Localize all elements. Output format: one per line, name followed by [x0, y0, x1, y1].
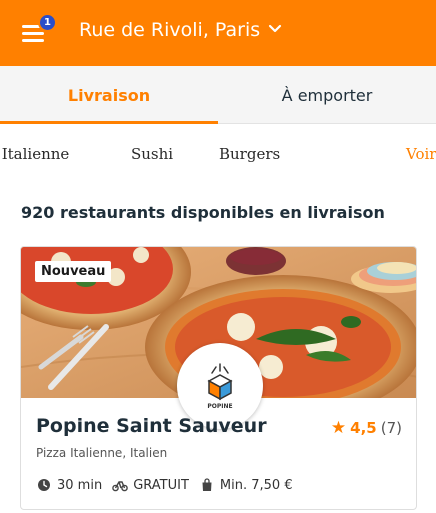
location-selector[interactable]: Rue de Rivoli, Paris	[79, 19, 282, 41]
category-burgers[interactable]: Burgers	[219, 145, 280, 163]
delivery-fee: GRATUIT	[133, 477, 189, 493]
hamburger-menu-icon-line	[22, 39, 44, 42]
category-see-all[interactable]: Voir	[406, 145, 436, 163]
bike-icon	[112, 477, 129, 493]
chevron-down-icon	[268, 19, 282, 41]
restaurant-card[interactable]: Nouveau POPINE Popine Saint Sauveur ★ 4,…	[20, 246, 417, 510]
tab-livraison[interactable]: Livraison	[0, 66, 218, 124]
delivery-mode-tabs: Livraison À emporter	[0, 66, 436, 124]
app-header: 1 Rue de Rivoli, Paris	[0, 0, 436, 66]
new-badge: Nouveau	[35, 261, 112, 282]
svg-text:POPINE: POPINE	[207, 403, 232, 410]
restaurant-rating: ★ 4,5 (7)	[331, 418, 402, 438]
category-strip: a Italienne Sushi Burgers Voir	[0, 124, 436, 186]
category-sushi[interactable]: Sushi	[131, 145, 173, 163]
restaurant-meta: 30 min GRATUIT Min. 7,50 €	[36, 477, 303, 493]
hamburger-menu-icon-line	[22, 32, 44, 35]
notification-badge: 1	[38, 13, 57, 32]
delivery-time: 30 min	[57, 477, 103, 493]
tab-a-emporter[interactable]: À emporter	[218, 66, 436, 124]
rating-score: 4,5	[350, 419, 377, 437]
category-pizza-italienne[interactable]: a Italienne	[0, 145, 69, 163]
location-label: Rue de Rivoli, Paris	[79, 19, 261, 41]
bag-icon	[199, 477, 215, 493]
clock-icon	[36, 477, 52, 493]
results-count: 920 restaurants disponibles en livraison	[21, 203, 385, 222]
restaurant-name[interactable]: Popine Saint Sauveur	[36, 415, 267, 437]
review-count: (7)	[380, 419, 402, 437]
minimum-order: Min. 7,50 €	[219, 477, 293, 493]
restaurant-cuisine: Pizza Italienne, Italien	[36, 446, 168, 460]
star-icon: ★	[330, 418, 347, 438]
